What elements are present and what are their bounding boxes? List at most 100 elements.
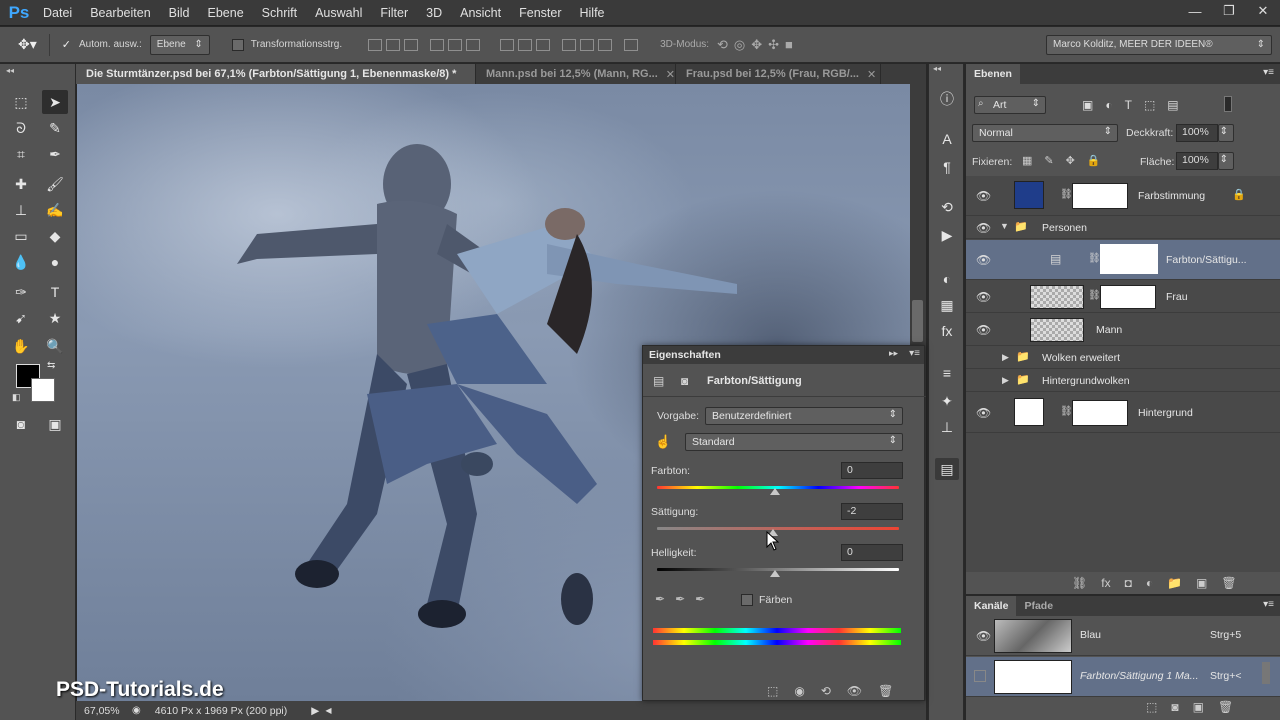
layer-row-frau[interactable]: 👁 ⛓ Frau [966,281,1280,313]
group-expand-icon[interactable]: ▼ [1000,221,1009,231]
blur-tool-icon[interactable]: 💧 [8,250,34,274]
new-layer-icon[interactable]: ▣ [1196,576,1207,590]
link-icon[interactable]: ⛓ [1060,406,1073,417]
info-panel-icon[interactable]: ⓘ [935,88,959,110]
history-brush-tool-icon[interactable]: ✍ [42,198,68,222]
layer-row-hintergrund[interactable]: 👁 ⛓ Hintergrund [966,393,1280,433]
lightness-slider-handle[interactable] [770,570,780,577]
transform-checkbox[interactable] [231,38,244,51]
paint-bucket-tool-icon[interactable]: ◆ [42,224,68,248]
panel-menu-icon[interactable]: ▾≡ [1263,599,1274,610]
menu-filter[interactable]: Filter [371,0,417,26]
collapse-arrows-icon[interactable]: ◂◂ [6,66,14,75]
visibility-eye-icon[interactable]: 👁 [976,629,991,643]
layer-mask-thumbnail[interactable] [1100,285,1156,309]
eyedropper-plus-icon[interactable]: ✒ [675,592,685,606]
swatches-panel-icon[interactable]: ▦ [935,294,959,316]
layer-style-icon[interactable]: fx [1101,576,1110,590]
menu-3d[interactable]: 3D [417,0,451,26]
dodge-tool-icon[interactable]: ● [42,250,68,274]
saturation-field[interactable]: -2 [841,503,903,520]
lock-all-icon[interactable]: 🔒 [1087,154,1101,167]
opacity-field[interactable]: 100% [1176,124,1218,142]
lock-pixels-icon[interactable]: ✎ [1044,154,1053,167]
filter-shape-icon[interactable]: ⬚ [1144,98,1155,112]
marquee-tool-icon[interactable]: ⬚ [8,90,34,114]
shape-tool-icon[interactable]: ★ [42,306,68,330]
menu-bearbeiten[interactable]: Bearbeiten [81,0,159,26]
color-panel-icon[interactable]: ◐ [935,268,959,290]
panel-menu-icon[interactable]: ▾≡ [909,348,920,359]
align-bottom-icon[interactable] [404,38,419,51]
zoom-tool-icon[interactable]: 🔍 [42,334,68,358]
link-icon[interactable]: ⛓ [1088,253,1101,264]
menu-auswahl[interactable]: Auswahl [306,0,371,26]
save-selection-icon[interactable]: ◙ [1171,700,1178,714]
visibility-eye-icon[interactable]: 👁 [976,221,991,235]
delete-layer-icon[interactable]: 🗑 [1221,576,1236,590]
opacity-dropdown[interactable] [1218,124,1234,142]
new-adjustment-icon[interactable]: ◐ [1146,576,1153,590]
hscroll-left-icon[interactable]: ◀ [325,706,331,715]
load-selection-icon[interactable]: ⬚ [1146,700,1157,714]
range-dropdown[interactable]: Standard [685,433,903,451]
tab-channels[interactable]: Kanäle [966,596,1017,616]
adjustments-panel-icon[interactable]: ≡ [935,362,959,384]
auto-select-dropdown[interactable]: Ebene ⇕ [149,34,210,55]
clip-to-layer-icon[interactable]: ⬚ [767,684,778,698]
tab-paths[interactable]: Pfade [1016,596,1061,616]
background-color-swatch[interactable] [31,378,55,402]
eyedropper-icon[interactable]: ✒ [655,592,665,606]
filter-type-icon[interactable]: T [1125,98,1132,112]
fill-field[interactable]: 100% [1176,152,1218,170]
hand-tool-icon[interactable]: ✋ [8,334,34,358]
align-hcenter-icon[interactable] [448,38,463,51]
menu-hilfe[interactable]: Hilfe [571,0,614,26]
reset-icon[interactable]: ⟲ [821,684,831,698]
filter-pixel-icon[interactable]: ▣ [1082,98,1093,112]
channel-row-mask[interactable]: Farbton/Sättigung 1 Ma... Strg+< [966,657,1280,697]
filter-adjustment-icon[interactable]: ◐ [1105,98,1112,112]
pen-tool-icon[interactable]: ✑ [8,280,34,304]
healing-brush-tool-icon[interactable]: ✚ [8,172,34,196]
swap-colors-icon[interactable]: ⇆ [47,360,55,371]
align-vcenter-icon[interactable] [386,38,401,51]
restore-icon[interactable]: ❐ [1212,0,1246,22]
colorize-checkbox[interactable] [741,594,753,606]
3d-mode-icons[interactable]: ⟲◎✥✣■ [717,37,799,53]
path-select-tool-icon[interactable]: ➹ [8,306,34,330]
eyedropper-tool-icon[interactable]: ✒ [42,142,68,166]
view-previous-icon[interactable]: ◉ [794,684,804,698]
move-tool-icon[interactable]: ✥▾ [18,36,37,53]
actions-panel-icon[interactable]: ▶ [935,224,959,246]
properties-panel-icon[interactable]: ▤ [935,458,959,480]
styles-panel-icon[interactable]: fx [935,320,959,342]
auto-select-checkbox[interactable]: ✓ [62,38,71,51]
doc-tab-frau[interactable]: Frau.psd bei 12,5% (Frau, RGB/... ✕ [676,64,881,84]
delete-channel-icon[interactable]: 🗑 [1218,700,1233,714]
auto-align-icon[interactable] [624,38,639,51]
filter-toggle[interactable] [1224,96,1232,112]
menu-fenster[interactable]: Fenster [510,0,570,26]
collapse-arrows-icon[interactable]: ◂◂ [933,64,941,73]
visibility-checkbox[interactable] [974,670,986,682]
targeted-adjustment-hand-icon[interactable]: ☝ [655,434,671,450]
new-group-icon[interactable]: 📁 [1167,576,1182,590]
clone-source-panel-icon[interactable]: ⊥ [935,416,959,438]
scrollbar-thumb[interactable] [912,300,923,342]
clone-stamp-tool-icon[interactable]: ⊥ [8,198,34,222]
menu-ebene[interactable]: Ebene [199,0,253,26]
character-panel-icon[interactable]: A [935,128,959,150]
layer-mask-thumbnail[interactable] [1072,400,1128,426]
close-icon[interactable]: ✕ [1246,0,1280,22]
panel-menu-icon[interactable]: ▾≡ [1263,67,1274,78]
status-menu-arrow-icon[interactable]: ▶ [311,705,319,717]
new-channel-icon[interactable]: ▣ [1193,700,1204,714]
quick-select-tool-icon[interactable]: ✎ [42,116,68,140]
visibility-eye-icon[interactable]: 👁 [976,189,991,203]
visibility-eye-icon[interactable]: 👁 [976,290,991,304]
move-tool-icon[interactable]: ➤ [42,90,68,114]
lightness-field[interactable]: 0 [841,544,903,561]
doc-tab-sturmtaenzer[interactable]: Die Sturmtänzer.psd bei 67,1% (Farbton/S… [76,64,476,84]
layer-row-farbstimmung[interactable]: 👁 ⛓ Farbstimmung 🔒 [966,176,1280,216]
